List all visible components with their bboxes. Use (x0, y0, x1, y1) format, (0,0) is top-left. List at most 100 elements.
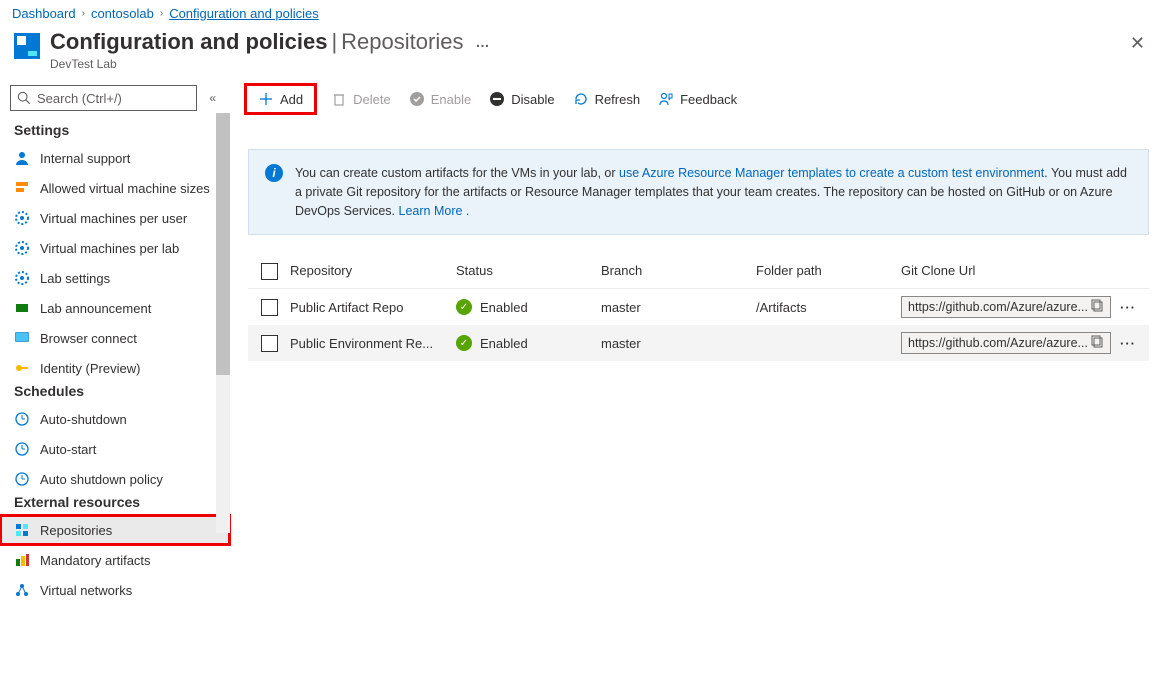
table-row[interactable]: Public Environment Re... ✓Enabled master… (248, 325, 1149, 361)
network-icon (14, 582, 30, 598)
sidebar-item-identity[interactable]: Identity (Preview) (0, 353, 230, 383)
git-clone-url-box[interactable]: https://github.com/Azure/azure... (901, 332, 1111, 354)
refresh-button[interactable]: Refresh (573, 91, 641, 107)
trash-icon (331, 91, 347, 107)
git-clone-url-box[interactable]: https://github.com/Azure/azure... (901, 296, 1111, 318)
sidebar-item-label: Virtual networks (40, 583, 132, 598)
breadcrumb-current[interactable]: Configuration and policies (169, 6, 319, 21)
git-url-text: https://github.com/Azure/azure... (908, 300, 1088, 314)
info-text: You can create custom artifacts for the … (295, 164, 1132, 220)
breadcrumb-lab[interactable]: contosolab (91, 6, 154, 21)
sidebar-item-label: Browser connect (40, 331, 137, 346)
sidebar-item-virtual-networks[interactable]: Virtual networks (0, 575, 230, 605)
search-placeholder: Search (Ctrl+/) (37, 91, 122, 106)
breadcrumb-dashboard[interactable]: Dashboard (12, 6, 76, 21)
sidebar-item-auto-shutdown[interactable]: Auto-shutdown (0, 404, 230, 434)
info-banner: i You can create custom artifacts for th… (248, 149, 1149, 235)
more-icon[interactable]: … (475, 34, 489, 50)
page-title: Configuration and policies | Repositorie… (50, 29, 1122, 55)
row-checkbox[interactable] (261, 299, 278, 316)
settings-icon (14, 270, 30, 286)
toolbar-label: Disable (511, 92, 554, 107)
info-link-arm[interactable]: use Azure Resource Manager templates to … (619, 166, 1044, 180)
check-circle-icon (409, 91, 425, 107)
refresh-icon (573, 91, 589, 107)
row-more-icon[interactable]: ··· (1120, 336, 1136, 351)
sidebar: Search (Ctrl+/) « Settings Internal supp… (0, 81, 230, 693)
info-link-learn-more[interactable]: Learn More . (399, 204, 470, 218)
sidebar-item-browser-connect[interactable]: Browser connect (0, 323, 230, 353)
delete-button[interactable]: Delete (331, 91, 391, 107)
sidebar-item-label: Allowed virtual machine sizes (40, 181, 210, 196)
sidebar-item-lab-settings[interactable]: Lab settings (0, 263, 230, 293)
title-sep: | (331, 29, 337, 55)
sidebar-item-label: Mandatory artifacts (40, 553, 151, 568)
sidebar-item-auto-start[interactable]: Auto-start (0, 434, 230, 464)
page-header: Configuration and policies | Repositorie… (0, 27, 1167, 81)
breadcrumb: Dashboard › contosolab › Configuration a… (0, 0, 1167, 27)
sidebar-item-label: Lab announcement (40, 301, 151, 316)
row-more-icon[interactable]: ··· (1120, 300, 1136, 315)
add-button[interactable]: Add (248, 87, 313, 111)
sizes-icon (14, 180, 30, 196)
col-header-repository[interactable]: Repository (286, 263, 456, 280)
col-header-branch[interactable]: Branch (601, 263, 756, 280)
info-icon: i (265, 164, 283, 182)
cell-status: Enabled (480, 336, 528, 351)
clock-icon (14, 411, 30, 427)
sidebar-item-vm-per-user[interactable]: Virtual machines per user (0, 203, 230, 233)
copy-icon[interactable] (1091, 299, 1104, 315)
cell-folder: /Artifacts (756, 300, 901, 315)
col-header-status[interactable]: Status (456, 263, 601, 280)
sidebar-item-repositories[interactable]: Repositories (0, 515, 230, 545)
plus-icon (258, 91, 274, 107)
nav-section-settings: Settings (0, 115, 230, 143)
toolbar-label: Enable (431, 92, 471, 107)
table-row[interactable]: Public Artifact Repo ✓Enabled master /Ar… (248, 289, 1149, 325)
toolbar-label: Refresh (595, 92, 641, 107)
sidebar-item-label: Lab settings (40, 271, 110, 286)
close-icon[interactable]: ✕ (1122, 29, 1153, 58)
monitor-icon (14, 330, 30, 346)
scrollbar-thumb[interactable] (216, 113, 230, 375)
chevron-right-icon: › (82, 8, 85, 19)
sidebar-item-label: Virtual machines per user (40, 211, 187, 226)
minus-circle-icon (489, 91, 505, 107)
cell-branch: master (601, 300, 756, 315)
sidebar-item-label: Virtual machines per lab (40, 241, 179, 256)
sidebar-item-label: Repositories (40, 523, 112, 538)
gear-icon (14, 210, 30, 226)
artifacts-icon (14, 552, 30, 568)
disable-button[interactable]: Disable (489, 91, 554, 107)
repositories-table: Repository Status Branch Folder path Git… (248, 255, 1149, 361)
sidebar-item-lab-announcement[interactable]: Lab announcement (0, 293, 230, 323)
sidebar-item-internal-support[interactable]: Internal support (0, 143, 230, 173)
feedback-button[interactable]: Feedback (658, 91, 737, 107)
col-header-folder[interactable]: Folder path (756, 263, 901, 280)
cell-repo: Public Artifact Repo (286, 300, 456, 315)
sidebar-item-auto-shutdown-policy[interactable]: Auto shutdown policy (0, 464, 230, 494)
feedback-icon (658, 91, 674, 107)
clock-icon (14, 471, 30, 487)
collapse-sidebar-icon[interactable]: « (205, 87, 220, 109)
clock-icon (14, 441, 30, 457)
row-checkbox[interactable] (261, 335, 278, 352)
toolbar-label: Delete (353, 92, 391, 107)
sidebar-item-label: Auto-shutdown (40, 412, 127, 427)
select-all-checkbox[interactable] (261, 263, 278, 280)
sidebar-item-mandatory-artifacts[interactable]: Mandatory artifacts (0, 545, 230, 575)
status-enabled-icon: ✓ (456, 335, 472, 351)
sidebar-item-allowed-vm-sizes[interactable]: Allowed virtual machine sizes (0, 173, 230, 203)
main-content: Add Delete Enable Disable Refresh Feedba… (230, 81, 1167, 693)
sidebar-item-label: Auto-start (40, 442, 96, 457)
search-input[interactable]: Search (Ctrl+/) (10, 85, 197, 111)
copy-icon[interactable] (1091, 335, 1104, 351)
col-header-git[interactable]: Git Clone Url (901, 263, 1111, 280)
table-header-row: Repository Status Branch Folder path Git… (248, 255, 1149, 289)
enable-button[interactable]: Enable (409, 91, 471, 107)
cell-repo: Public Environment Re... (286, 336, 456, 351)
person-icon (14, 150, 30, 166)
gear-icon (14, 240, 30, 256)
sidebar-item-vm-per-lab[interactable]: Virtual machines per lab (0, 233, 230, 263)
toolbar: Add Delete Enable Disable Refresh Feedba… (248, 81, 1149, 125)
